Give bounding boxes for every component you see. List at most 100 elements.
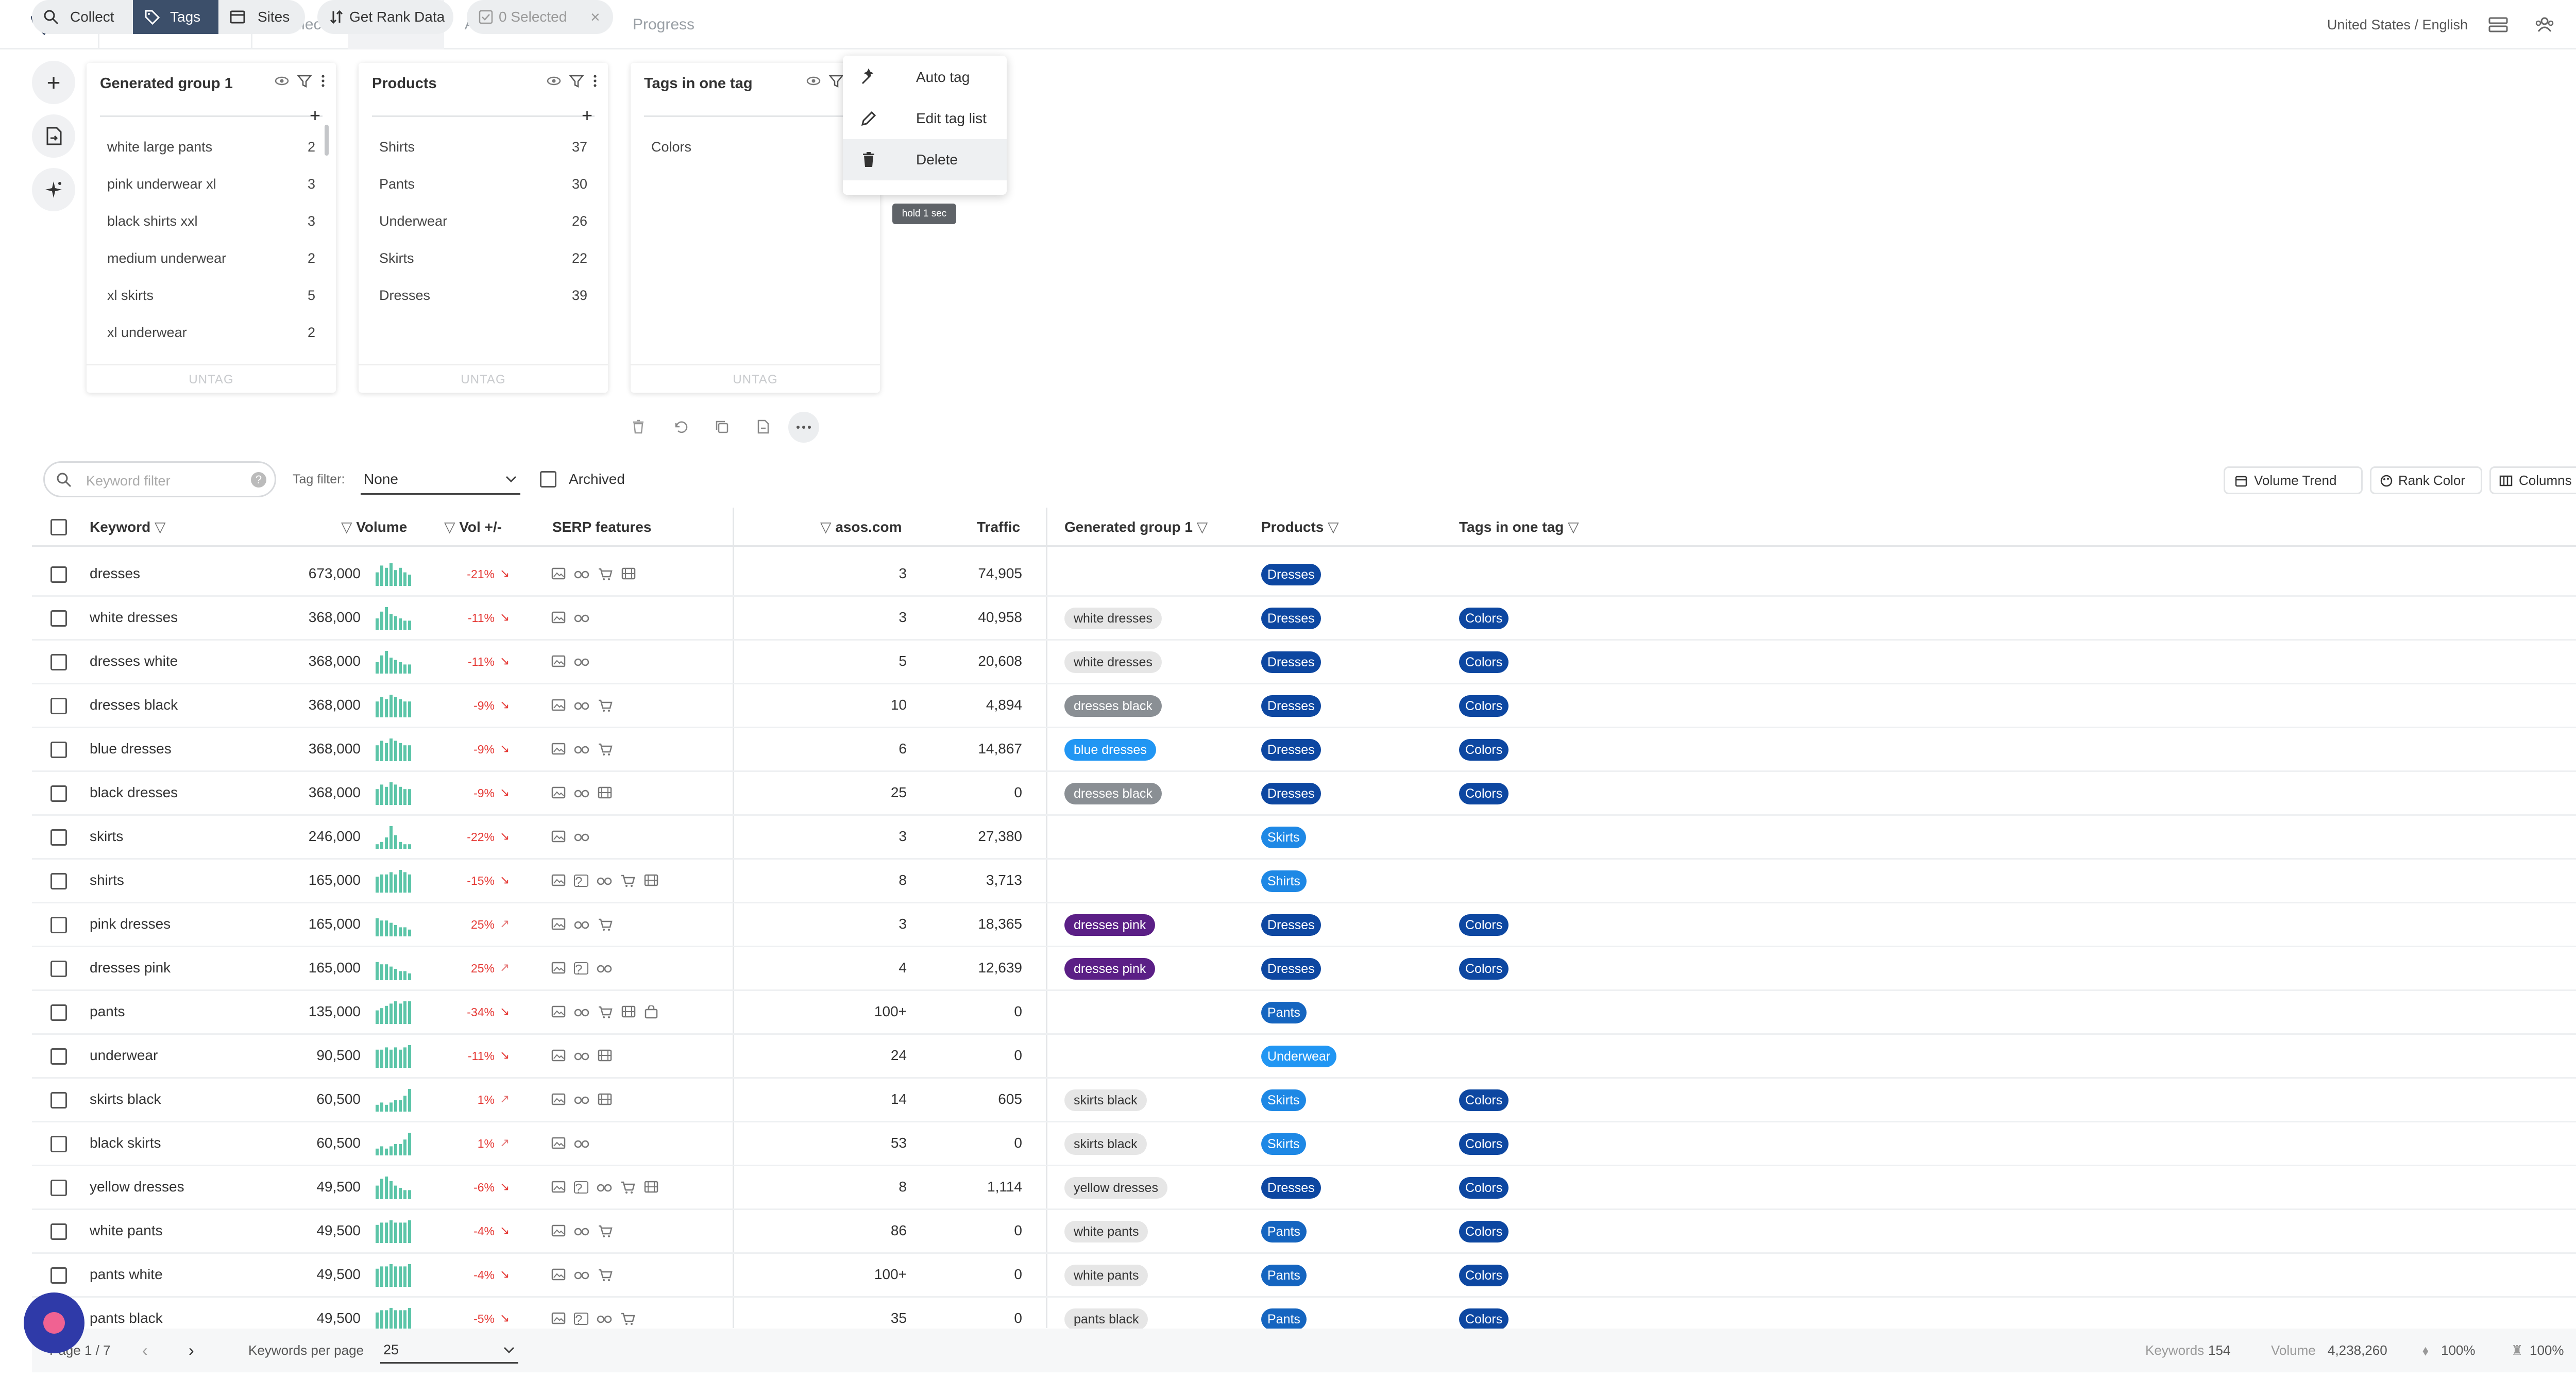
panel-item[interactable]: Skirts 22 <box>379 250 587 271</box>
group-tag[interactable]: blue dresses <box>1064 739 1156 761</box>
panel-scrollbar[interactable] <box>325 125 329 156</box>
get-rank-data-button[interactable]: Get Rank Data <box>317 0 453 34</box>
color-tag[interactable]: Colors <box>1459 739 1509 761</box>
group-tag[interactable]: white pants <box>1064 1221 1148 1242</box>
row-checkbox[interactable] <box>50 1136 67 1152</box>
keyword-cell[interactable]: dresses black <box>90 697 178 713</box>
sites-mode-button[interactable]: Sites <box>218 0 305 34</box>
row-checkbox[interactable] <box>50 917 67 933</box>
copy-icon[interactable] <box>714 419 730 434</box>
keyword-cell[interactable]: skirts black <box>90 1091 161 1107</box>
product-tag[interactable]: Pants <box>1261 1002 1307 1023</box>
collect-mode-button[interactable]: Collect <box>32 0 133 34</box>
table-row[interactable]: pants white 49,500 -4% ↘ 100+ 0 white pants Pan… <box>0 1254 2576 1298</box>
group-tag[interactable]: dresses pink <box>1064 914 1156 936</box>
product-tag[interactable]: Dresses <box>1261 783 1321 804</box>
menu-item-auto-tag[interactable]: Auto tag <box>843 57 1007 98</box>
add-tag-plus-icon[interactable]: + <box>582 106 592 125</box>
keyword-cell[interactable]: black dresses <box>90 784 178 801</box>
more-vertical-icon[interactable] <box>319 73 327 89</box>
keyword-cell[interactable]: shirts <box>90 872 124 888</box>
row-checkbox[interactable] <box>50 1223 67 1240</box>
group-tag[interactable]: dresses pink <box>1064 958 1156 980</box>
col-vol-change[interactable]: ▽ Vol +/- <box>444 508 502 547</box>
nav-tab-progress[interactable]: Progress <box>612 0 715 49</box>
color-tag[interactable]: Colors <box>1459 914 1509 936</box>
product-tag[interactable]: Dresses <box>1261 608 1321 629</box>
keyword-cell[interactable]: pink dresses <box>90 916 171 932</box>
keyword-cell[interactable]: underwear <box>90 1047 158 1064</box>
table-row[interactable]: dresses 673,000 -21% ↘ 3 74,905 Dresses <box>0 553 2576 597</box>
panel-item[interactable]: xl underwear 2 <box>107 325 315 345</box>
table-row[interactable]: skirts black 60,500 1% ↗ 14 605 skirts black Sk… <box>0 1079 2576 1122</box>
menu-item-delete[interactable]: Delete <box>843 139 1007 180</box>
table-row[interactable]: pants 135,000 -34% ↘ 100+ 0 Pants <box>0 991 2576 1035</box>
col-traffic[interactable]: Traffic <box>977 508 1020 547</box>
keyword-cell[interactable]: skirts <box>90 828 123 845</box>
untag-button[interactable]: UNTAG <box>631 364 880 393</box>
keyword-cell[interactable]: pants white <box>90 1266 163 1283</box>
color-tag[interactable]: Colors <box>1459 695 1509 717</box>
export-document-icon[interactable] <box>755 419 771 434</box>
import-button[interactable] <box>32 114 75 158</box>
more-vertical-icon[interactable] <box>591 73 599 89</box>
product-tag[interactable]: Dresses <box>1261 958 1321 980</box>
panel-item[interactable]: black shirts xxl 3 <box>107 213 315 234</box>
trash-icon[interactable] <box>631 419 646 434</box>
archived-checkbox[interactable] <box>540 471 556 488</box>
panel-item[interactable]: medium underwear 2 <box>107 250 315 271</box>
chat-widget-button[interactable] <box>24 1292 84 1353</box>
product-tag[interactable]: Dresses <box>1261 914 1321 936</box>
table-row[interactable]: yellow dresses 49,500 -6% ↘? 8 1,114 yellow dr… <box>0 1166 2576 1210</box>
product-tag[interactable]: Shirts <box>1261 870 1307 892</box>
group-tag[interactable]: white dresses <box>1064 608 1162 629</box>
filter-icon[interactable] <box>828 73 844 89</box>
table-row[interactable]: black skirts 60,500 1% ↗ 53 0 skirts black Skir… <box>0 1122 2576 1166</box>
col-keyword[interactable]: Keyword ▽ <box>90 508 166 547</box>
col-volume[interactable]: ▽ Volume <box>341 508 407 547</box>
keyword-cell[interactable]: black skirts <box>90 1135 161 1151</box>
color-tag[interactable]: Colors <box>1459 1308 1509 1330</box>
col-site-rank[interactable]: ▽ asos.com <box>820 508 902 547</box>
tags-mode-button[interactable]: Tags <box>133 0 218 34</box>
ai-magic-button[interactable] <box>32 168 75 211</box>
product-tag[interactable]: Dresses <box>1261 651 1321 673</box>
group-tag[interactable]: dresses black <box>1064 695 1162 717</box>
row-checkbox[interactable] <box>50 566 67 583</box>
region-selector[interactable]: United States / English <box>2327 0 2468 49</box>
group-tag[interactable]: pants black <box>1064 1308 1148 1330</box>
help-icon[interactable]: ? <box>251 472 266 488</box>
keyword-cell[interactable]: pants black <box>90 1310 163 1326</box>
table-row[interactable]: shirts 165,000 -15% ↘? 8 3,713 Shirts <box>0 860 2576 903</box>
volume-trend-button[interactable]: Volume Trend <box>2224 466 2363 494</box>
product-tag[interactable]: Skirts <box>1261 827 1306 848</box>
row-checkbox[interactable] <box>50 1004 67 1021</box>
panel-item[interactable]: pink underwear xl 3 <box>107 176 315 197</box>
undo-icon[interactable] <box>673 419 688 434</box>
per-page-select[interactable]: 25 <box>380 1338 518 1364</box>
menu-item-edit-tag-list[interactable]: Edit tag list <box>843 98 1007 139</box>
color-tag[interactable]: Colors <box>1459 1221 1509 1242</box>
table-row[interactable]: black dresses 368,000 -9% ↘ 25 0 dresses black… <box>0 772 2576 816</box>
rank-color-button[interactable]: Rank Color <box>2370 466 2482 494</box>
row-checkbox[interactable] <box>50 785 67 802</box>
group-tag[interactable]: skirts black <box>1064 1133 1147 1155</box>
add-tag-plus-icon[interactable]: + <box>310 106 320 125</box>
eye-icon[interactable] <box>274 73 290 89</box>
col-products[interactable]: Products ▽ <box>1261 508 1339 547</box>
filter-icon[interactable] <box>569 73 584 89</box>
more-actions-button[interactable] <box>788 412 819 443</box>
group-tag[interactable]: white pants <box>1064 1265 1148 1286</box>
group-tag[interactable]: skirts black <box>1064 1089 1147 1111</box>
row-checkbox[interactable] <box>50 742 67 758</box>
keyword-cell[interactable]: blue dresses <box>90 741 172 757</box>
keyword-cell[interactable]: dresses pink <box>90 960 171 976</box>
product-tag[interactable]: Pants <box>1261 1265 1307 1286</box>
color-tag[interactable]: Colors <box>1459 1133 1509 1155</box>
product-tag[interactable]: Underwear <box>1261 1046 1337 1067</box>
keyword-cell[interactable]: dresses <box>90 565 140 582</box>
keyword-cell[interactable]: yellow dresses <box>90 1179 184 1195</box>
product-tag[interactable]: Pants <box>1261 1308 1307 1330</box>
table-row[interactable]: dresses black 368,000 -9% ↘ 10 4,894 dresses b… <box>0 684 2576 728</box>
panel-item[interactable]: Shirts 37 <box>379 139 587 160</box>
